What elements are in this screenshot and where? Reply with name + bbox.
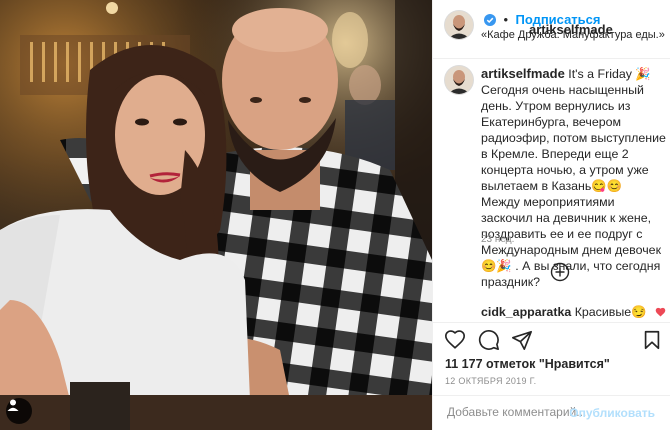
bookmark-icon[interactable]	[641, 329, 663, 351]
caption-title: It's a Friday 🎉	[568, 67, 651, 81]
post-date: 12 ОКТЯБРЯ 2019 Г.	[445, 376, 537, 386]
post-sidebar: artikselfmade • Подписаться «Кафе Дружба…	[432, 0, 670, 430]
avatar-image	[445, 11, 473, 39]
publish-button[interactable]: Опубликовать	[569, 406, 655, 420]
photo-illustration	[0, 0, 432, 430]
comment-username[interactable]: cidk_apparatka	[481, 305, 571, 319]
caption-body: Сегодня очень насыщенный день. Утром вер…	[481, 83, 666, 289]
add-comment-bar: Опубликовать	[433, 395, 670, 431]
comment-like-icon[interactable]	[655, 307, 666, 317]
author-avatar[interactable]	[445, 11, 473, 39]
caption-avatar[interactable]	[445, 66, 473, 94]
post-photo[interactable]	[0, 0, 432, 430]
caption-text: artikselfmade It's a Friday 🎉 Сегодня оч…	[481, 66, 667, 290]
action-bar	[433, 322, 670, 359]
post-header: artikselfmade • Подписаться «Кафе Дружба…	[433, 0, 670, 59]
caption-username[interactable]: artikselfmade	[481, 66, 565, 81]
comment-row: cidk_apparatka Красивые😏	[481, 305, 647, 320]
comment-icon[interactable]	[478, 329, 500, 351]
instagram-post-modal: artikselfmade • Подписаться «Кафе Дружба…	[0, 0, 670, 430]
caption-time: 23 нед.	[481, 234, 515, 245]
avatar-image	[445, 66, 473, 94]
comment-text: Красивые😏	[574, 305, 647, 319]
user-tag-button[interactable]	[6, 398, 32, 424]
header-author-row: artikselfmade • Подписаться	[481, 11, 613, 37]
user-tag-icon	[7, 399, 19, 411]
separator-dot: •	[503, 12, 509, 27]
heart-icon[interactable]	[444, 329, 466, 351]
add-circle-icon[interactable]	[550, 262, 570, 282]
location-link[interactable]: «Кафе Дружба. Мануфактура еды.»	[481, 29, 665, 41]
share-icon[interactable]	[511, 329, 533, 351]
verified-badge-icon	[484, 14, 496, 26]
likes-count[interactable]: 11 177 отметок "Нравится"	[445, 357, 610, 371]
